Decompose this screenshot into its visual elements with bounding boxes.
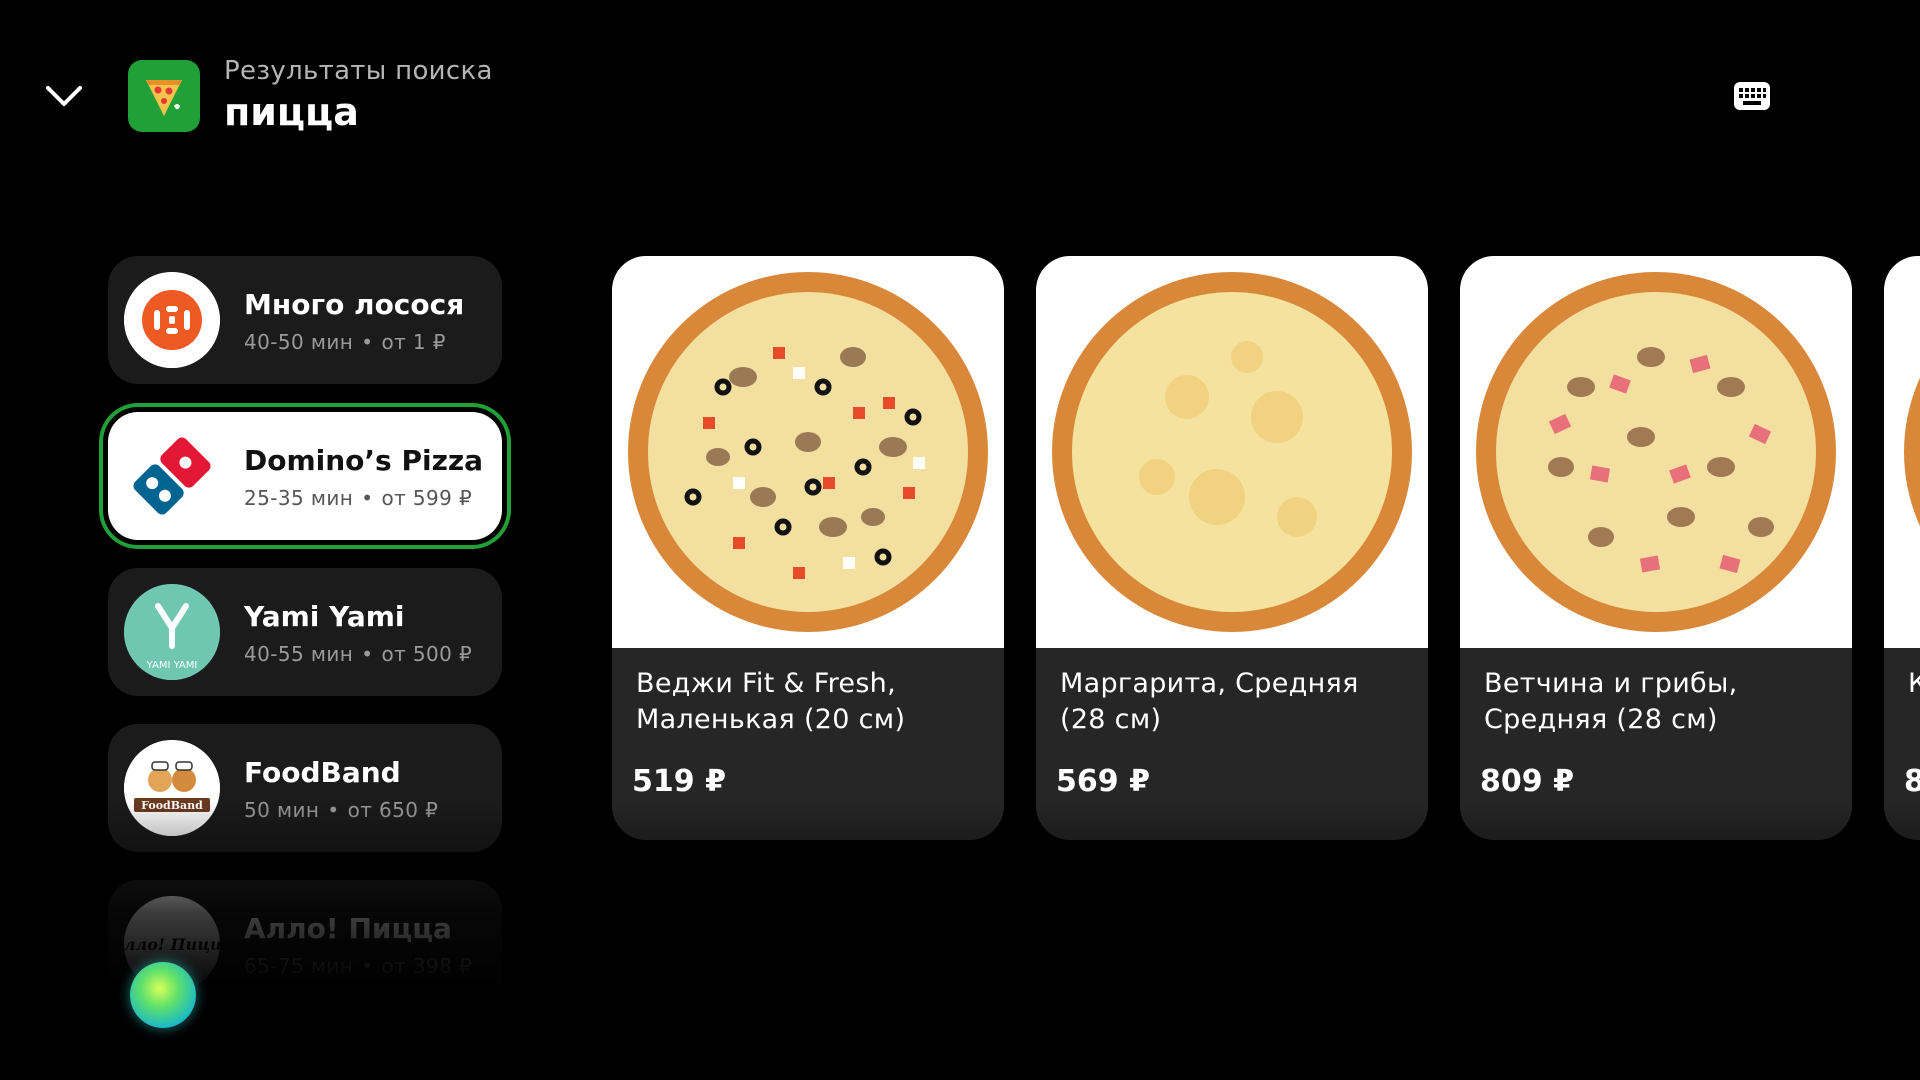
restaurant-name: Много лосося: [244, 288, 465, 321]
search-query-title: пицца: [224, 90, 359, 134]
mnogo-lososya-logo: [124, 272, 220, 368]
pizza-image-ham-mushrooms: [1460, 256, 1852, 648]
product-name: К… С…: [1908, 668, 1920, 699]
delivery-time: 25-35 мин: [244, 486, 354, 510]
restaurant-name: Yami Yami: [244, 600, 405, 633]
delivery-time: 40-50 мин: [244, 330, 354, 354]
chevron-down-icon: [46, 86, 82, 106]
product-card-veggie[interactable]: Веджи Fit & Fresh, Маленькая (20 см) 519…: [612, 256, 1004, 840]
restaurant-meta: 40-55 мин • от 500 ₽: [244, 642, 472, 666]
yami-logo-text: YAMI YAMI: [146, 660, 198, 671]
delivery-time: 40-55 мин: [244, 642, 354, 666]
search-results-label: Результаты поиска: [224, 56, 493, 86]
pizza-image-veggie: [612, 256, 1004, 648]
separator-dot: •: [361, 642, 374, 666]
min-price: от 398 ₽: [381, 954, 473, 978]
restaurant-meta: 25-35 мин • от 599 ₽: [244, 486, 472, 510]
restaurant-item-foodband[interactable]: FoodBand FoodBand 50 мин • от 650 ₽: [108, 724, 502, 852]
product-card-partial[interactable]: К… С… 8…: [1884, 256, 1920, 840]
min-price: от 1 ₽: [381, 330, 446, 354]
pizza-image-partial: [1884, 256, 1920, 648]
min-price: от 650 ₽: [347, 798, 439, 822]
restaurant-meta: 50 мин • от 650 ₽: [244, 798, 438, 822]
keyboard-icon: [1734, 82, 1770, 110]
product-price: 569 ₽: [1056, 764, 1150, 799]
back-button[interactable]: [40, 76, 88, 116]
product-name: Веджи Fit & Fresh, Маленькая (20 см): [636, 668, 906, 735]
pizza-app-icon: [128, 60, 200, 132]
restaurant-meta: 65-75 мин • от 398 ₽: [244, 954, 472, 978]
delivery-time: 50 мин: [244, 798, 320, 822]
pizza-image-margherita: [1036, 256, 1428, 648]
yami-yami-logo: YAMI YAMI: [124, 584, 220, 680]
foodband-logo-text: FoodBand: [141, 799, 203, 812]
product-price: 8…: [1904, 764, 1920, 799]
allo-logo-text: Алло! Пицца: [124, 935, 220, 954]
header: Результаты поиска пицца: [0, 0, 1920, 200]
restaurant-item-dominos[interactable]: Domino’s Pizza 25-35 мин • от 599 ₽: [108, 412, 502, 540]
product-name: Ветчина и грибы, Средняя (28 см): [1484, 668, 1738, 735]
keyboard-button[interactable]: [1730, 78, 1774, 114]
product-card-ham-mushrooms[interactable]: Ветчина и грибы, Средняя (28 см) 809 ₽: [1460, 256, 1852, 840]
restaurant-name: FoodBand: [244, 756, 401, 789]
assistant-orb-icon[interactable]: [130, 962, 196, 1028]
product-name: Маргарита, Средняя (28 см): [1060, 668, 1359, 735]
restaurant-meta: 40-50 мин • от 1 ₽: [244, 330, 446, 354]
delivery-time: 65-75 мин: [244, 954, 354, 978]
restaurant-name: Алло! Пицца: [244, 912, 452, 945]
min-price: от 500 ₽: [381, 642, 473, 666]
product-price: 809 ₽: [1480, 764, 1574, 799]
restaurant-name: Domino’s Pizza: [244, 444, 484, 477]
separator-dot: •: [361, 330, 374, 354]
restaurant-item-yami-yami[interactable]: YAMI YAMI Yami Yami 40-55 мин • от 500 ₽: [108, 568, 502, 696]
separator-dot: •: [361, 486, 374, 510]
min-price: от 599 ₽: [381, 486, 473, 510]
restaurant-list: Много лосося 40-50 мин • от 1 ₽ Domino’s P…: [108, 256, 502, 1008]
separator-dot: •: [361, 954, 374, 978]
separator-dot: •: [327, 798, 340, 822]
restaurant-item-mnogo-lososya[interactable]: Много лосося 40-50 мин • от 1 ₽: [108, 256, 502, 384]
product-card-margherita[interactable]: Маргарита, Средняя (28 см) 569 ₽: [1036, 256, 1428, 840]
product-price: 519 ₽: [632, 764, 726, 799]
dominos-logo: [124, 428, 220, 524]
foodband-logo: FoodBand: [124, 740, 220, 836]
